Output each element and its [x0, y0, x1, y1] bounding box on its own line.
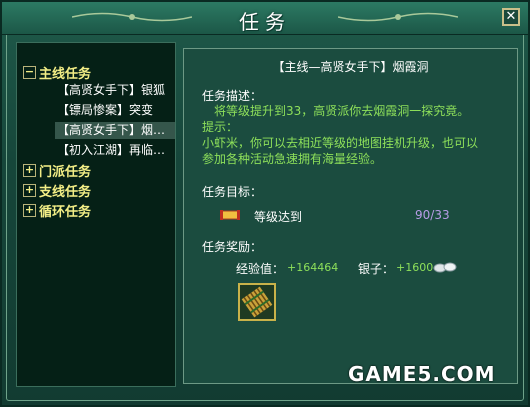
category-label: 门派任务	[39, 164, 92, 180]
quest-item[interactable]: 【高贤女手下】银狐	[55, 82, 175, 99]
category-label: 循环任务	[39, 204, 92, 220]
silver-value: +1600	[396, 261, 434, 274]
exp-value: +164464	[287, 261, 339, 274]
scroll-icon	[220, 210, 240, 220]
exp-label: 经验值：	[236, 262, 285, 276]
goal-text: 等级达到	[254, 210, 303, 224]
quest-item-selected[interactable]: 【高贤女手下】烟…	[55, 122, 175, 139]
reward-item-slot[interactable]	[238, 283, 276, 321]
hint-text-line1: 小虾米，你可以去相近等级的地图挂机升级，也可以	[202, 136, 479, 150]
expand-icon[interactable]: +	[23, 203, 36, 217]
category-sect-quest[interactable]: + 门派任务	[23, 161, 92, 180]
goal-progress: 90/33	[415, 208, 450, 222]
category-side-quest[interactable]: + 支线任务	[23, 181, 92, 200]
reward-label: 任务奖励：	[202, 240, 263, 254]
quest-detail-panel: 【主线—高贤女手下】烟霞洞 任务描述： 将等级提升到33，高贤派你去烟霞洞一探究…	[183, 48, 518, 384]
close-button[interactable]: ✕	[502, 8, 520, 26]
category-main-quest[interactable]: − 主线任务	[23, 63, 92, 82]
expand-icon[interactable]: +	[23, 163, 36, 177]
quest-item[interactable]: 【镖局惨案】突变	[55, 102, 175, 119]
hint-label: 提示：	[202, 120, 239, 134]
category-loop-quest[interactable]: + 循环任务	[23, 201, 92, 220]
quest-window: 任务 ✕ − 主线任务 【高贤女手下】银狐 【镖局惨案】突变 【高贤女手下】烟……	[0, 0, 530, 407]
expand-icon[interactable]: +	[23, 183, 36, 197]
category-label: 主线任务	[39, 66, 92, 82]
goal-label: 任务目标：	[202, 185, 263, 199]
collapse-icon[interactable]: −	[23, 65, 36, 79]
watermark: GAME5.COM	[348, 362, 496, 386]
silver-ingot-icon	[433, 262, 457, 273]
bamboo-scroll-item-icon	[241, 286, 273, 318]
silver-label: 银子：	[358, 262, 395, 276]
category-label: 支线任务	[39, 184, 92, 200]
quest-tree: − 主线任务 【高贤女手下】银狐 【镖局惨案】突变 【高贤女手下】烟… 【初入江…	[16, 42, 176, 387]
ornament-right-icon	[338, 12, 458, 22]
hint-text-line2: 参加各种活动急速拥有海量经验。	[202, 152, 383, 166]
quest-item[interactable]: 【初入江湖】再临…	[55, 142, 175, 159]
quest-title: 【主线—高贤女手下】烟霞洞	[272, 60, 429, 74]
description-text: 将等级提升到33，高贤派你去烟霞洞一探究竟。	[214, 104, 470, 118]
title-bar[interactable]: 任务 ✕	[2, 2, 528, 35]
